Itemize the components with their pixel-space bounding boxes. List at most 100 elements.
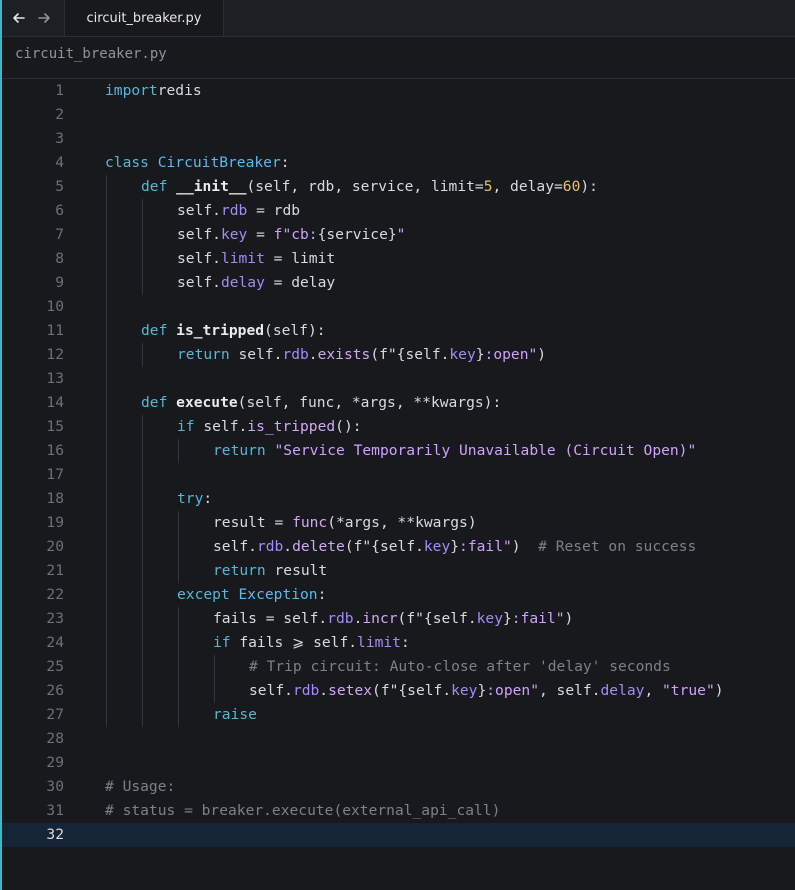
line-code: try: (177, 487, 212, 511)
line-number: 13 (46, 370, 64, 387)
code-token: func (292, 514, 328, 531)
line-code: except Exception: (177, 583, 326, 607)
code-line[interactable]: 4 class CircuitBreaker: (2, 151, 795, 175)
code-token: class (105, 154, 149, 171)
forward-button[interactable] (35, 9, 53, 27)
code-token: import (105, 82, 158, 99)
code-token: , delay= (492, 178, 563, 195)
code-token: = limit (264, 250, 336, 267)
line-code: result = func(*args, **kwargs) (213, 511, 477, 535)
line-code: return result (213, 559, 327, 583)
code-line[interactable]: 12 return self.rdb.exists(f"{self.key}:op… (2, 343, 795, 367)
code-token: , (644, 682, 663, 699)
code-token: } (477, 682, 487, 699)
code-token: redis (157, 82, 202, 99)
line-code: return self.rdb.exists(f"{self.key}:open… (177, 343, 546, 367)
code-token: exists (317, 346, 371, 363)
line-code: self.limit = limit (177, 247, 335, 271)
code-token: :fail" (459, 538, 512, 555)
code-line[interactable]: 9 self.delay = delay (2, 271, 795, 295)
code-token: {service} (317, 226, 397, 243)
line-code: importredis (105, 79, 202, 103)
code-token: # Trip circuit: Auto-close after 'delay'… (249, 658, 671, 675)
code-token: . (283, 538, 293, 555)
code-token: return (213, 562, 266, 579)
code-token: def (141, 394, 168, 411)
code-token: (f"{self. (397, 610, 477, 627)
code-line[interactable]: 30 # Usage: (2, 775, 795, 799)
code-line[interactable]: 7 self.key = f"cb:{service}" (2, 223, 795, 247)
code-line[interactable]: 21 return result (2, 559, 795, 583)
line-number: 5 (55, 178, 64, 195)
code-token: def (141, 322, 168, 339)
code-line[interactable]: 19 result = func(*args, **kwargs) (2, 511, 795, 535)
line-code: def execute(self, func, *args, **kwargs)… (141, 391, 501, 415)
code-token: 60 (562, 178, 581, 195)
code-token: key (476, 610, 503, 627)
code-token: (f"{self. (344, 538, 424, 555)
line-number: 18 (46, 490, 64, 507)
line-code: self.rdb.delete(f"{self.key}:fail") # Re… (213, 535, 696, 559)
code-token: :open" (486, 682, 539, 699)
tab-circuit-breaker[interactable]: circuit_breaker.py (64, 0, 224, 36)
line-number: 23 (46, 610, 64, 627)
code-line[interactable]: 16 return "Service Temporarily Unavailabl… (2, 439, 795, 463)
line-code: def is_tripped(self): (141, 319, 326, 343)
code-token: self. (177, 274, 221, 291)
code-line[interactable]: 15 if self.is_tripped(): (2, 415, 795, 439)
line-number: 10 (46, 298, 64, 315)
code-line[interactable]: 5 def __init__(self, rdb, service, limit=… (2, 175, 795, 199)
code-line[interactable]: 23 fails = self.rdb.incr(f"{self.key}:fai… (2, 607, 795, 631)
code-line[interactable]: 13 (2, 367, 795, 391)
back-button[interactable] (10, 9, 28, 27)
line-number: 4 (55, 154, 64, 171)
code-line[interactable]: 32 (2, 823, 795, 847)
line-code: self.delay = delay (177, 271, 335, 295)
line-code: self.rdb = rdb (177, 199, 300, 223)
code-token: self. (177, 250, 221, 267)
code-line[interactable]: 20 self.rdb.delete(f"{self.key}:fail") # … (2, 535, 795, 559)
code-line[interactable]: 22 except Exception: (2, 583, 795, 607)
code-line[interactable]: 24 if fails ⩾ self.limit: (2, 631, 795, 655)
line-number: 3 (55, 130, 64, 147)
code-token: } (502, 610, 512, 627)
code-token: (*args, **kwargs) (327, 514, 477, 531)
code-token: # status = breaker.execute(external_api_… (105, 802, 501, 819)
code-line[interactable]: 26 self.rdb.setex(f"{self.key}:open", sel… (2, 679, 795, 703)
code-line[interactable]: 8 self.limit = limit (2, 247, 795, 271)
code-line[interactable]: 29 (2, 751, 795, 775)
code-line[interactable]: 1 importredis (2, 79, 795, 103)
code-token: = delay (264, 274, 336, 291)
code-line[interactable]: 3 (2, 127, 795, 151)
code-line[interactable]: 28 (2, 727, 795, 751)
code-token: delay (600, 682, 645, 699)
line-number: 21 (46, 562, 64, 579)
code-line[interactable]: 25 # Trip circuit: Auto-close after 'dela… (2, 655, 795, 679)
code-line[interactable]: 14 def execute(self, func, *args, **kwarg… (2, 391, 795, 415)
line-number: 31 (46, 802, 64, 819)
code-line[interactable]: 11 def is_tripped(self): (2, 319, 795, 343)
code-token: self. (177, 226, 221, 243)
code-token: # Usage: (105, 778, 176, 795)
code-editor[interactable]: 1 importredis 2 3 4 class CircuitBreaker: 5 def… (2, 79, 795, 890)
code-line[interactable]: 6 self.rdb = rdb (2, 199, 795, 223)
code-line[interactable]: 31 # status = breaker.execute(external_ap… (2, 799, 795, 823)
code-token: (self, func, *args, **kwargs): (237, 394, 502, 411)
code-token: self. (194, 418, 248, 435)
code-line[interactable]: 27 raise (2, 703, 795, 727)
breadcrumb[interactable]: circuit_breaker.py (15, 46, 167, 62)
code-line[interactable]: 18 try: (2, 487, 795, 511)
code-token: setex (328, 682, 373, 699)
code-token: key (423, 538, 451, 555)
code-line[interactable]: 2 (2, 103, 795, 127)
line-number: 17 (46, 466, 64, 483)
code-token: ) (537, 346, 547, 363)
code-token: delay (220, 274, 265, 291)
code-line[interactable]: 17 (2, 463, 795, 487)
line-number: 19 (46, 514, 64, 531)
code-line[interactable]: 10 (2, 295, 795, 319)
line-number: 25 (46, 658, 64, 675)
